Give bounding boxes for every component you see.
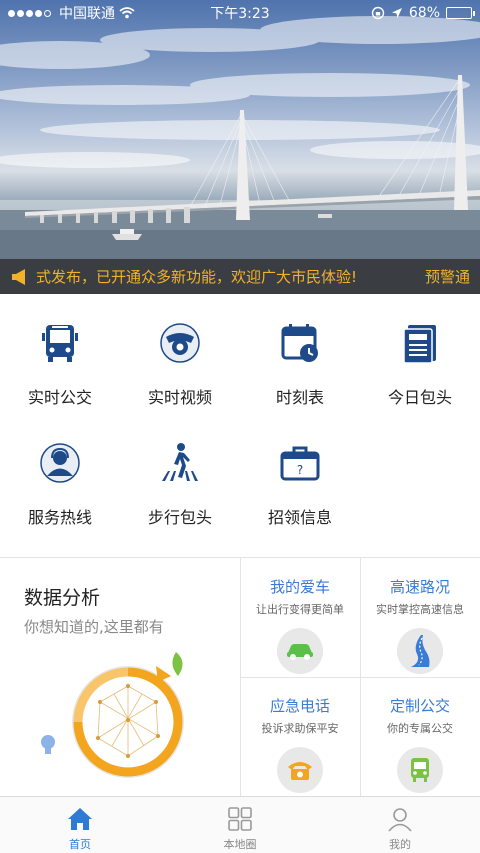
alert-link[interactable]: 预警通 [425,266,470,287]
leaf-icon [172,652,183,676]
signal-icon [8,9,51,17]
card-my-car[interactable]: 我的爱车 让出行变得更简单 [240,558,360,677]
lost-found-icon: ? [280,446,320,481]
phone-icon [277,747,323,793]
grid-item-realtime-bus[interactable]: 实时公交 [0,294,120,414]
lightbulb-icon [41,735,55,754]
function-grid: 实时公交 实时视频 时刻表 今日包头 服务热线 步行包头 ? 招领信息 [0,294,480,556]
carrier-label: 中国联通 [59,6,115,22]
grid-item-lost-found[interactable]: ? 招领信息 [240,414,360,534]
megaphone-icon [12,268,25,285]
schedule-icon [281,324,318,362]
card-subtitle: 你的专属公交 [387,722,453,735]
tab-home[interactable]: 首页 [0,797,160,853]
card-subtitle: 实时掌控高速信息 [376,603,464,616]
camera-icon [160,323,200,363]
grid-item-today-baotou[interactable]: 今日包头 [360,294,480,414]
walk-icon [162,443,198,481]
bus-icon [42,325,78,362]
grid-item-realtime-video[interactable]: 实时视频 [120,294,240,414]
wifi-icon [119,7,135,19]
grid-item-schedule[interactable]: 时刻表 [240,294,360,414]
card-highway-conditions[interactable]: 高速路况 实时掌控高速信息 [360,558,480,677]
grid-item-label: 时刻表 [275,388,324,407]
grid-item-label: 招领信息 [267,508,332,527]
tab-mine[interactable]: 我的 [320,797,480,853]
status-bar: 中国联通 下午3:23 68% [0,0,480,26]
tab-bar: 首页 本地圈 我的 [0,796,480,853]
grid-item-label: 服务热线 [27,508,92,527]
analysis-illustration [41,652,184,778]
notice-bar[interactable]: 式发布，已开通众多新功能，欢迎广大市民体验! 预警通 [0,259,480,294]
service-icon [40,443,80,483]
card-title: 定制公交 [389,697,450,715]
grid-item-label: 实时公交 [27,388,92,407]
tab-label: 本地圈 [223,838,257,851]
custom-bus-icon [397,747,443,793]
hero-banner[interactable]: 中国联通 下午3:23 68% 式发布，已开通众多新功能，欢迎广大市民体验! 预… [0,0,480,294]
card-title: 应急电话 [269,697,330,715]
rotation-lock-icon [371,6,385,20]
data-analysis-panel[interactable]: 数据分析 你想知道的,这里都有 [0,558,240,796]
car-icon [277,628,323,674]
card-title: 高速路况 [389,578,450,596]
tab-label: 我的 [389,838,411,851]
grid-item-label: 步行包头 [147,508,212,527]
card-subtitle: 投诉求助保平安 [261,722,339,735]
battery-percent: 68% [408,5,440,21]
tab-label: 首页 [69,838,91,851]
home-icon [68,808,92,830]
svg-text:?: ? [297,463,303,477]
news-icon [403,325,436,364]
grid-item-label: 实时视频 [147,388,212,407]
user-icon [388,808,412,832]
bridge-photo [0,16,480,294]
location-icon [391,8,402,18]
card-subtitle: 让出行变得更简单 [256,603,344,616]
card-custom-bus[interactable]: 定制公交 你的专属公交 [360,677,480,796]
grid-icon [228,807,252,831]
notice-text: 式发布，已开通众多新功能，欢迎广大市民体验! [36,268,358,286]
analysis-subtitle: 你想知道的,这里都有 [24,618,164,636]
road-icon [397,628,443,674]
battery-icon [446,7,475,19]
grid-item-service-hotline[interactable]: 服务热线 [0,414,120,534]
grid-item-label: 今日包头 [387,388,452,407]
grid-item-walk-baotou[interactable]: 步行包头 [120,414,240,534]
analysis-title: 数据分析 [24,587,101,609]
tab-local-circle[interactable]: 本地圈 [160,797,320,853]
card-title: 我的爱车 [269,578,330,596]
card-emergency-call[interactable]: 应急电话 投诉求助保平安 [240,677,360,796]
